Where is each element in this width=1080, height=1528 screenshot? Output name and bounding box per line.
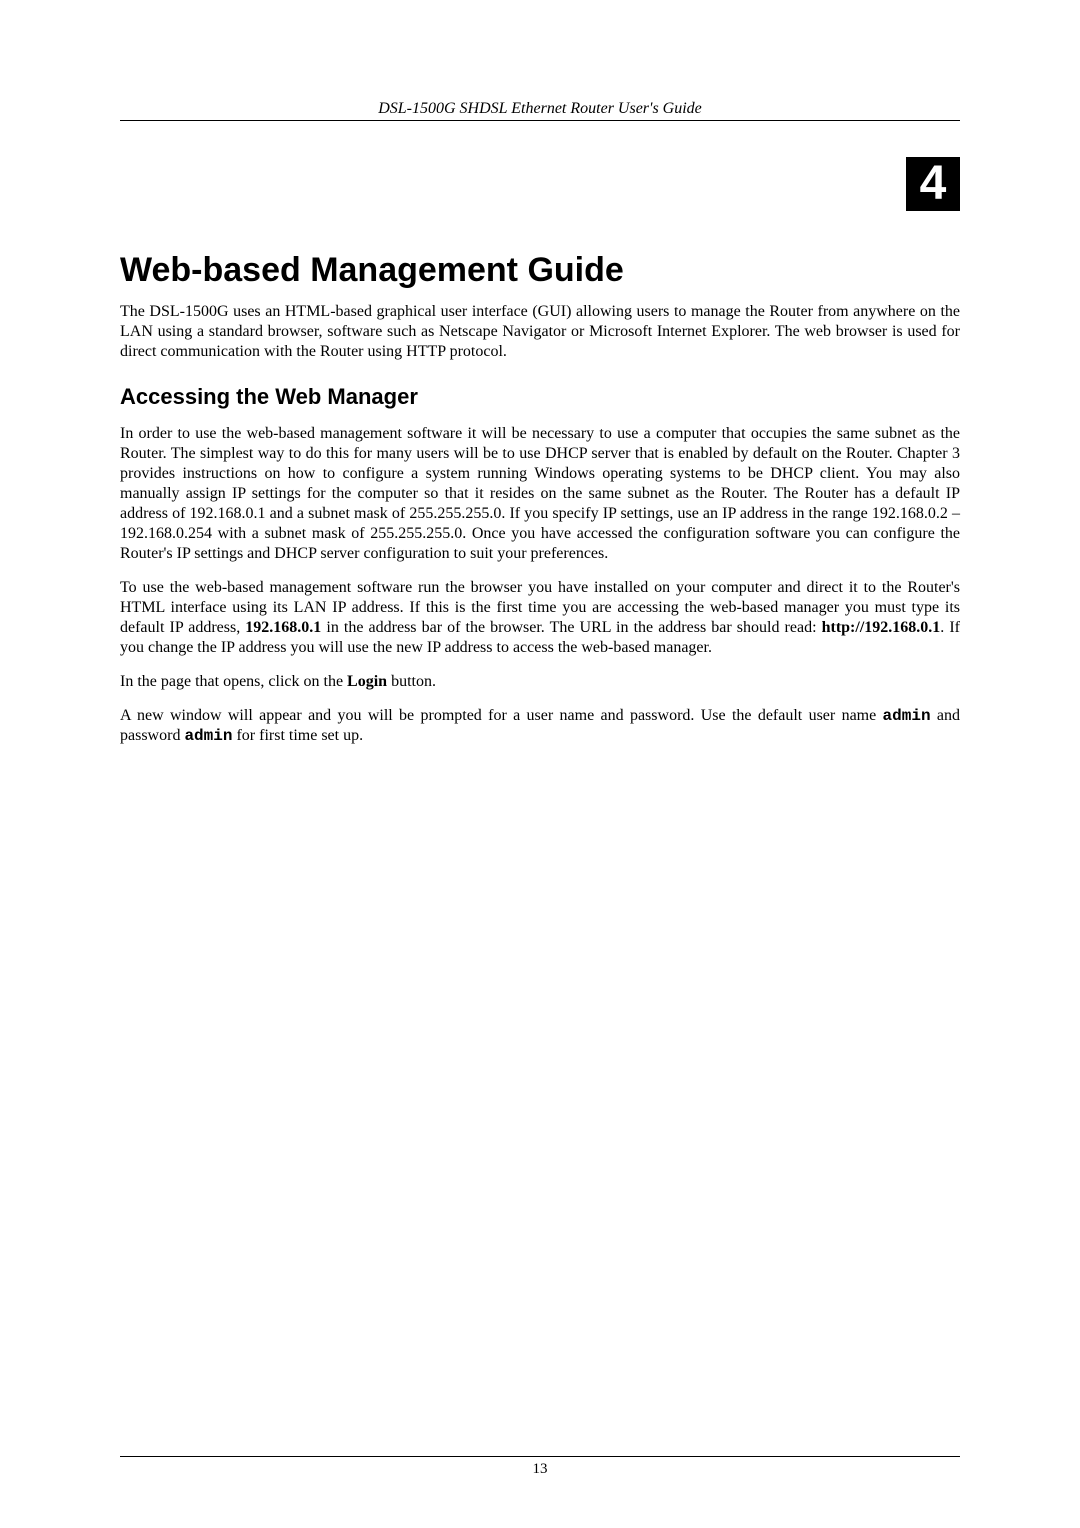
text-span: In the page that opens, click on the [120, 673, 347, 690]
page-title: Web-based Management Guide [120, 251, 960, 290]
body-paragraph-1: In order to use the web-based management… [120, 424, 960, 564]
text-span: A new window will appear and you will be… [120, 707, 883, 724]
default-url: http://192.168.0.1 [822, 619, 941, 636]
body-paragraph-3: In the page that opens, click on the Log… [120, 672, 960, 692]
page-number: 13 [533, 1461, 548, 1477]
text-span: for first time set up. [232, 727, 363, 744]
login-label: Login [347, 673, 387, 690]
intro-paragraph: The DSL-1500G uses an HTML-based graphic… [120, 302, 960, 362]
text-span: in the address bar of the browser. The U… [321, 619, 821, 636]
section-heading: Accessing the Web Manager [120, 384, 960, 410]
page-footer: 13 [120, 1456, 960, 1478]
text-span: button. [387, 673, 436, 690]
chapter-number-box: 4 [906, 157, 960, 211]
body-paragraph-4: A new window will appear and you will be… [120, 706, 960, 746]
default-ip: 192.168.0.1 [245, 619, 321, 636]
default-password: admin [184, 727, 232, 745]
body-paragraph-2: To use the web-based management software… [120, 578, 960, 658]
page-header: DSL-1500G SHDSL Ethernet Router User's G… [120, 100, 960, 121]
default-username: admin [883, 707, 931, 725]
